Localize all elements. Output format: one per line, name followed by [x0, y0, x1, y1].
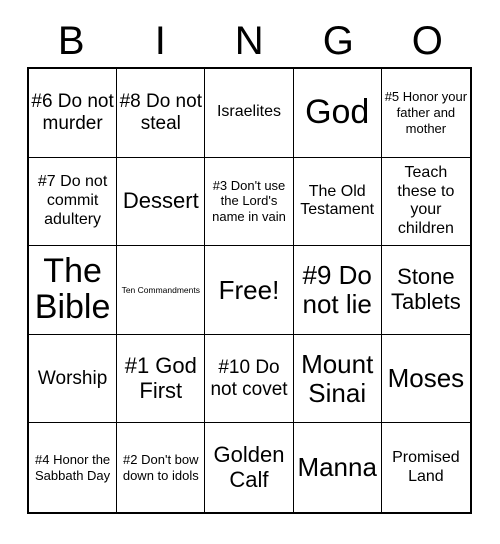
bingo-cell-label: Worship [37, 367, 108, 389]
bingo-cell[interactable]: Dessert [117, 157, 206, 247]
header-letter-i: I [154, 18, 167, 63]
bingo-cell-label: Dessert [122, 188, 199, 214]
bingo-cell[interactable]: The Bible [29, 246, 118, 335]
bingo-cell[interactable]: #8 Do not steal [117, 69, 206, 158]
bingo-grid: #6 Do not murder #8 Do not steal Israelite… [27, 67, 472, 514]
bingo-cell-label: #5 Honor your father and mother [384, 89, 468, 136]
bingo-cell-label: Teach these to your children [397, 163, 455, 238]
bingo-cell[interactable]: Free! [205, 246, 294, 335]
bingo-cell-label: #7 Do not commit adultery [37, 173, 108, 228]
bingo-cell-label: Moses [387, 363, 465, 394]
bingo-cell[interactable]: #3 Don't use the Lord's name in vain [205, 157, 294, 247]
bingo-cell[interactable]: Manna [293, 423, 382, 512]
bingo-cell[interactable]: #9 Do not lie [293, 246, 382, 335]
bingo-header: B I N G O [27, 14, 472, 67]
bingo-cell-label: Manna [297, 452, 377, 483]
bingo-cell[interactable]: Ten Commandments [117, 246, 206, 335]
bingo-cell-label: #6 Do not murder [31, 91, 114, 134]
bingo-cell[interactable]: Promised Land [381, 423, 470, 512]
header-letter-o: O [411, 18, 444, 63]
bingo-cell[interactable]: Teach these to your children [381, 157, 470, 247]
bingo-cell-label: God [305, 92, 370, 131]
bingo-cell-label: #3 Don't use the Lord's name in vain [212, 177, 286, 225]
bingo-cell[interactable]: Mount Sinai [293, 334, 382, 424]
bingo-cell-label: #4 Honor the Sabbath Day [35, 451, 111, 483]
bingo-cell-label: Israelites [216, 103, 281, 121]
bingo-cell[interactable]: Israelites [205, 69, 294, 158]
bingo-cell-label: Ten Commandments [121, 284, 200, 295]
bingo-cell[interactable]: #10 Do not covet [205, 334, 294, 424]
bingo-cell[interactable]: #2 Don't bow down to idols [117, 423, 206, 512]
bingo-cell[interactable]: #7 Do not commit adultery [29, 157, 118, 247]
header-letter-n: N [234, 18, 265, 63]
bingo-cell-label: Mount Sinai [301, 349, 374, 408]
bingo-cell-label: Promised Land [392, 448, 460, 485]
bingo-cell[interactable]: Worship [29, 334, 118, 424]
bingo-cell[interactable]: Stone Tablets [381, 246, 470, 335]
bingo-cell[interactable]: #5 Honor your father and mother [381, 69, 470, 158]
bingo-cell[interactable]: #4 Honor the Sabbath Day [29, 423, 118, 512]
bingo-cell[interactable]: Moses [381, 334, 470, 424]
bingo-cell-label: #2 Don't bow down to idols [122, 451, 199, 483]
header-letter-g: G [322, 18, 355, 63]
bingo-cell-label: Golden Calf [213, 442, 285, 492]
bingo-cell-label: #1 God First [124, 352, 197, 403]
bingo-cell-label: Free! [218, 274, 280, 305]
bingo-cell[interactable]: #1 God First [117, 334, 206, 424]
bingo-cell-label: #9 Do not lie [302, 260, 372, 319]
bingo-cell-label: #10 Do not covet [210, 356, 288, 400]
bingo-cell-label: #8 Do not steal [119, 91, 202, 134]
bingo-cell[interactable]: God [293, 69, 382, 158]
bingo-cell[interactable]: The Old Testament [293, 157, 382, 247]
bingo-card: B I N G O #6 Do not murder #8 Do not stea… [0, 0, 500, 544]
bingo-cell-label: The Old Testament [300, 182, 375, 219]
bingo-cell-label: Stone Tablets [391, 264, 461, 314]
bingo-cell-label: The Bible [34, 252, 111, 326]
bingo-cell[interactable]: #6 Do not murder [29, 69, 118, 158]
header-letter-b: B [57, 18, 86, 63]
bingo-cell[interactable]: Golden Calf [205, 423, 294, 512]
